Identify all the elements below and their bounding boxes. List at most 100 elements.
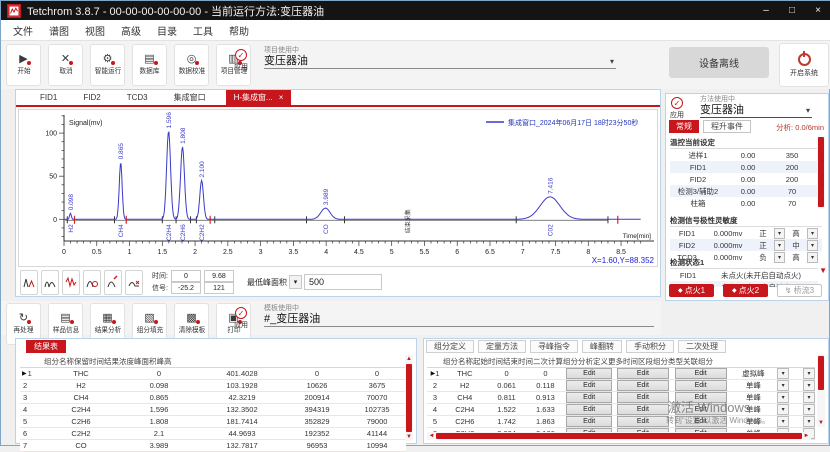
sensitivity-dropdown-icon[interactable]: ▾: [807, 228, 818, 239]
cell-setpoint[interactable]: 200: [770, 163, 814, 172]
menu-item[interactable]: 目录: [149, 23, 185, 38]
polarity-dropdown-icon[interactable]: ▾: [774, 228, 785, 239]
apply-method-button[interactable]: ✓ 应用: [670, 97, 684, 120]
component-panel-tab[interactable]: 峰翻转: [582, 340, 622, 353]
table-row[interactable]: 进样1 0.00 350: [670, 149, 818, 161]
component-panel-tab[interactable]: 手动积分: [626, 340, 674, 353]
column-header[interactable]: 峰高: [157, 356, 172, 367]
signal-tab[interactable]: FID1: [40, 93, 57, 102]
related-component-dropdown-icon[interactable]: ▾: [803, 380, 815, 391]
peak-tool-icon-1[interactable]: [20, 270, 38, 295]
close-button[interactable]: ×: [805, 1, 830, 20]
column-header[interactable]: 组分分析定义: [563, 356, 608, 367]
maximize-button[interactable]: □: [779, 1, 805, 20]
cell-setpoint[interactable]: 200: [770, 175, 814, 184]
toolbar-button[interactable]: ▶ 开始: [6, 44, 41, 86]
edit-secondary-calc-button[interactable]: Edit: [566, 392, 612, 403]
template-select-field[interactable]: 模板使用中 #_变压器油: [264, 305, 654, 327]
menu-item[interactable]: 帮助: [221, 23, 257, 38]
peak-tool-icon-6[interactable]: [125, 270, 143, 295]
edit-secondary-calc-button[interactable]: Edit: [566, 380, 612, 391]
table-row[interactable]: 3 CH4 0.811 0.913 Edit Edit Edit 单峰 ▾ ▾: [427, 392, 815, 404]
horizontal-scrollbar[interactable]: ◄ ►: [427, 432, 811, 440]
chromatogram-plot[interactable]: 05010000.511.522.533.544.555.566.577.588…: [18, 109, 658, 267]
table-row[interactable]: FID1 0.000mv 正 ▾ 高 ▾: [670, 227, 822, 239]
toolbar-button[interactable]: ◎ 数据校准: [174, 44, 209, 86]
component-panel-tab[interactable]: 组分定义: [426, 340, 474, 353]
apply-project-button[interactable]: ✓ 应用: [234, 49, 248, 72]
column-header[interactable]: 组分名称: [443, 356, 473, 367]
edit-time-ranges-button[interactable]: Edit: [675, 380, 727, 391]
device-status-button[interactable]: 设备离线: [669, 47, 769, 78]
table-row[interactable]: 检测3/辅助2 0.00 70: [670, 185, 818, 197]
peak-type-dropdown-icon[interactable]: ▾: [777, 416, 789, 427]
table-row[interactable]: FID1 0.00 200: [670, 161, 818, 173]
edit-analysis-definition-button[interactable]: Edit: [617, 416, 669, 427]
scrollbar-thumb[interactable]: [818, 356, 824, 390]
column-header[interactable]: 保留时间: [74, 356, 104, 367]
scroll-down-icon[interactable]: ▼: [406, 433, 412, 441]
scroll-up-icon[interactable]: ▲: [406, 355, 412, 363]
edit-secondary-calc-button[interactable]: Edit: [566, 416, 612, 427]
scroll-right-icon[interactable]: ►: [802, 433, 811, 439]
vertical-scrollbar[interactable]: ▼: [817, 355, 825, 427]
edit-analysis-definition-button[interactable]: Edit: [617, 380, 669, 391]
edit-time-ranges-button[interactable]: Edit: [675, 368, 727, 379]
project-select-field[interactable]: 项目使用中 变压器油 ▾: [264, 47, 616, 69]
dropdown-arrow-icon[interactable]: ▾: [610, 57, 614, 66]
edit-secondary-calc-button[interactable]: Edit: [566, 404, 612, 415]
menu-item[interactable]: 文件: [5, 23, 41, 38]
tab-results-table[interactable]: 结果表: [26, 340, 66, 353]
ignite-2-button[interactable]: ◆ 点火2: [723, 284, 768, 297]
table-row[interactable]: FID2 0.00 200: [670, 173, 818, 185]
signal-to-input[interactable]: 121: [204, 282, 234, 294]
column-header[interactable]: 组分名称: [44, 356, 74, 367]
cell-setpoint[interactable]: 70: [770, 199, 814, 208]
menu-item[interactable]: 视图: [77, 23, 113, 38]
sensitivity-dropdown-icon[interactable]: ▾: [807, 240, 818, 251]
scroll-left-icon[interactable]: ◄: [427, 433, 436, 439]
edit-analysis-definition-button[interactable]: Edit: [617, 392, 669, 403]
scroll-down-icon[interactable]: ▼: [818, 419, 824, 427]
related-component-dropdown-icon[interactable]: ▾: [803, 368, 815, 379]
scrollbar-thumb[interactable]: [406, 364, 412, 432]
tab-temperature-program[interactable]: 程升事件: [703, 120, 751, 133]
tab-general[interactable]: 常规: [669, 120, 699, 133]
table-row[interactable]: 4 C2H4 1.596 132.3502 394319 102735: [20, 404, 406, 416]
table-row[interactable]: ▶1 THC 0 401.4028 0 0: [20, 368, 406, 380]
cell-setpoint[interactable]: 350: [770, 151, 814, 160]
close-tab-icon[interactable]: ×: [279, 93, 284, 102]
vertical-scrollbar[interactable]: [817, 136, 825, 208]
table-row[interactable]: 2 H2 0.061 0.118 Edit Edit Edit 单峰 ▾ ▾: [427, 380, 815, 392]
table-row[interactable]: FID2 0.000mv 正 ▾ 中 ▾: [670, 239, 822, 251]
peak-tool-icon-5[interactable]: [104, 270, 122, 295]
component-panel-tab[interactable]: 二次处理: [678, 340, 726, 353]
edit-analysis-definition-button[interactable]: Edit: [617, 368, 669, 379]
peak-tool-icon-2[interactable]: [41, 270, 59, 295]
peak-type-dropdown-icon[interactable]: ▾: [777, 404, 789, 415]
vertical-scrollbar[interactable]: ▲ ▼: [405, 355, 413, 441]
expand-status-icon[interactable]: ▼: [819, 266, 827, 275]
peak-tool-icon-3[interactable]: [62, 270, 80, 295]
method-select-field[interactable]: 方法使用中 变压器油 ▾: [700, 96, 812, 118]
minimize-button[interactable]: –: [753, 1, 779, 20]
bridge-current-button[interactable]: ↯ 桥流3: [777, 284, 822, 297]
edit-analysis-definition-button[interactable]: Edit: [617, 404, 669, 415]
signal-tab[interactable]: TCD3: [127, 93, 148, 102]
menu-item[interactable]: 谱图: [41, 23, 77, 38]
table-row[interactable]: 3 CH4 0.865 42.3219 200914 70070: [20, 392, 406, 404]
time-to-input[interactable]: 9.68: [204, 270, 234, 282]
power-on-button[interactable]: 开启系统: [779, 43, 829, 87]
scrollbar-thumb[interactable]: [818, 137, 824, 207]
related-component-dropdown-icon[interactable]: ▾: [803, 416, 815, 427]
column-header[interactable]: 关联组分: [683, 356, 713, 367]
ignite-1-button[interactable]: ◆ 点火1: [669, 284, 714, 297]
toolbar-button[interactable]: ▤ 数据库: [132, 44, 167, 86]
cell-setpoint[interactable]: 70: [770, 187, 814, 196]
table-row[interactable]: 5 C2H6 1.808 181.7414 352829 79000: [20, 416, 406, 428]
column-header[interactable]: 起始时间: [473, 356, 503, 367]
column-header[interactable]: 二次计算: [533, 356, 563, 367]
related-component-dropdown-icon[interactable]: ▾: [803, 392, 815, 403]
signal-tab[interactable]: 集成窗口: [174, 92, 206, 103]
component-panel-tab[interactable]: 寻峰指令: [530, 340, 578, 353]
